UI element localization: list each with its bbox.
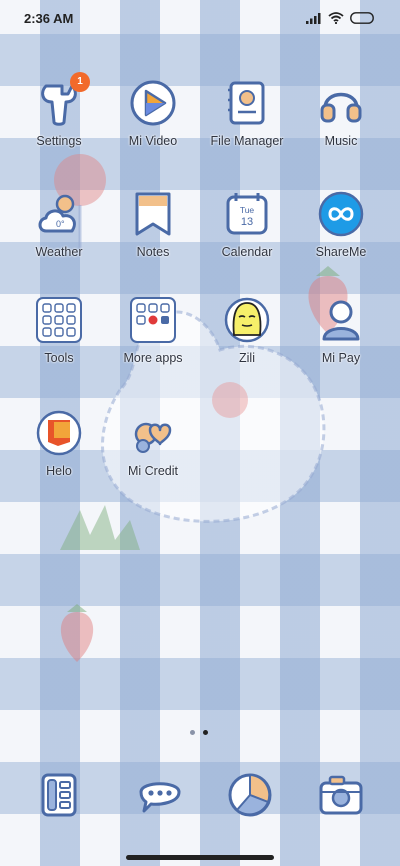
play-icon [130, 80, 176, 126]
person-icon [322, 300, 360, 341]
page-indicator[interactable] [190, 730, 208, 735]
status-time: 2:36 AM [24, 11, 74, 26]
camera-icon [319, 775, 363, 815]
notification-badge: 1 [70, 72, 90, 92]
battery-icon [350, 12, 374, 24]
dock-browser[interactable] [220, 770, 280, 830]
dock-messages[interactable] [130, 770, 190, 830]
notebook-icon [135, 192, 171, 236]
dock-camera[interactable] [311, 770, 371, 830]
more-apps-folder-icon [130, 297, 176, 343]
strawberry-illustration-icon [60, 604, 94, 662]
calendar-date: 13 [241, 216, 253, 228]
page-dot-2[interactable] [203, 730, 208, 735]
app-label: Weather [35, 245, 83, 259]
status-icons [306, 12, 376, 24]
app-shareme[interactable]: ShareMe [293, 189, 389, 289]
app-mi-credit[interactable]: Mi Credit [105, 408, 201, 508]
app-zili[interactable]: Zili [199, 295, 295, 395]
app-music[interactable]: Music [293, 78, 389, 178]
app-label: ShareMe [315, 245, 367, 259]
browser-pie-icon [228, 773, 272, 817]
app-label: More apps [123, 351, 183, 365]
calendar-icon: Tue 13 [226, 193, 268, 235]
app-label: Mi Credit [127, 464, 178, 478]
app-settings[interactable]: 1 Settings [11, 72, 107, 178]
app-mi-pay[interactable]: Mi Pay [293, 295, 389, 395]
app-label: Music [324, 134, 358, 148]
app-notes[interactable]: Notes [105, 189, 201, 289]
app-mi-video[interactable]: Mi Video [105, 78, 201, 178]
home-indicator[interactable] [126, 855, 274, 860]
status-bar: 2:36 AM [0, 0, 400, 36]
app-file-manager[interactable]: File Manager [199, 78, 295, 178]
headphones-icon [320, 92, 362, 123]
dock-phone[interactable] [29, 770, 89, 830]
tools-folder-icon [36, 297, 82, 343]
infinity-icon [318, 191, 364, 237]
coins-heart-icon [134, 422, 172, 453]
message-bubble-icon [139, 782, 181, 813]
app-weather[interactable]: 0° Weather [11, 189, 107, 289]
helo-flag-icon [36, 410, 82, 456]
app-label: Tools [44, 351, 74, 365]
weather-temp: 0° [56, 219, 65, 229]
phone-icon [41, 773, 77, 817]
zili-face-icon [224, 297, 270, 343]
app-calendar[interactable]: Tue 13 Calendar [199, 189, 295, 289]
app-label: Calendar [221, 245, 273, 259]
app-more-apps-folder[interactable]: More apps [105, 295, 201, 395]
page-dot-1[interactable] [190, 730, 195, 735]
cloud-sun-icon: 0° [38, 194, 76, 233]
app-label: Mi Video [128, 134, 178, 148]
wifi-icon [328, 12, 344, 24]
app-label: File Manager [210, 134, 284, 148]
app-helo[interactable]: Helo [11, 408, 107, 508]
calendar-day: Tue [240, 205, 255, 215]
app-label: Helo [46, 464, 72, 478]
folder-book-icon [228, 81, 265, 125]
app-label: Settings [36, 134, 82, 148]
app-label: Zili [239, 351, 255, 365]
app-tools-folder[interactable]: Tools [11, 295, 107, 395]
app-label: Notes [136, 245, 170, 259]
signal-icon [306, 13, 321, 24]
app-label: Mi Pay [321, 351, 361, 365]
